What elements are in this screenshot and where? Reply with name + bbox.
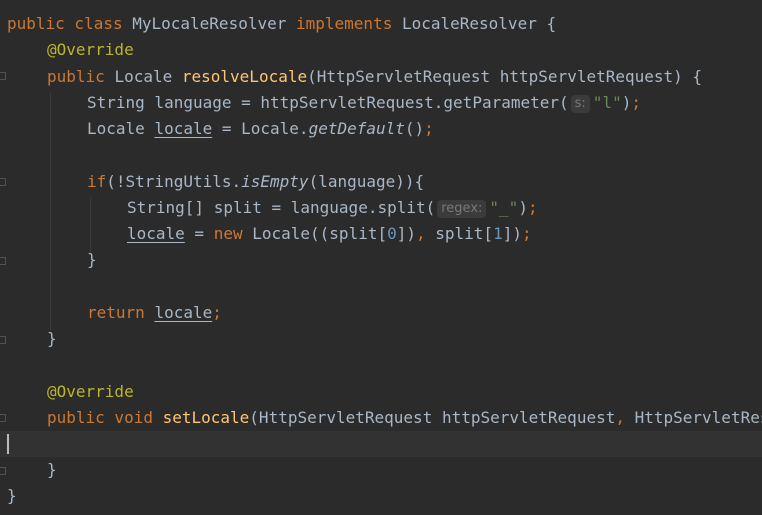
code-line-3[interactable]: public Locale resolveLocale(HttpServletR… [7, 64, 762, 90]
code-line-18[interactable]: } [7, 457, 762, 483]
closing-brace: } [87, 250, 97, 269]
variable: locale [154, 303, 213, 322]
semicolon: ; [424, 119, 434, 138]
code-line-9[interactable]: locale = new Locale((split[0]), split[1]… [7, 221, 762, 247]
code-text: ]) [502, 224, 522, 243]
code-line-8[interactable]: String[] split = language.split(regex: "_… [7, 195, 762, 221]
class-name: MyLocaleResolver [132, 14, 296, 33]
variable: locale [127, 224, 185, 243]
string-literal: "l" [592, 93, 622, 112]
method-params: HttpServletResponse httpServletResponse,… [634, 408, 762, 427]
semicolon: ; [527, 198, 538, 217]
code-text: = [184, 224, 214, 243]
code-line-5[interactable]: Locale locale = Locale.getDefault(); [7, 116, 762, 142]
code-line-7[interactable]: if(!StringUtils.isEmpty(language)){ [7, 169, 762, 195]
code-text: String[] split = language.split( [127, 198, 436, 217]
static-call: getDefault [308, 119, 405, 138]
closing-brace: } [47, 460, 57, 479]
code-text: ]) [396, 224, 416, 243]
code-text: ) [518, 198, 528, 217]
comma: , [615, 408, 635, 427]
code-text: ) [621, 93, 632, 112]
annotation: @Override [47, 40, 134, 59]
code-line-1[interactable]: public class MyLocaleResolver implements… [7, 11, 762, 37]
keyword: public void [47, 408, 163, 427]
code-text: (language)){ [308, 172, 425, 191]
code-line-13[interactable]: } [7, 326, 762, 352]
parameter-hint: s: [570, 95, 590, 113]
fold-open-icon[interactable] [0, 414, 6, 422]
semicolon: ; [212, 303, 222, 322]
code-line-19[interactable]: } [7, 483, 762, 509]
keyword: if [87, 172, 107, 191]
code-editor[interactable]: public class MyLocaleResolver implements… [0, 0, 762, 515]
code-text: split[ [435, 224, 494, 243]
interface-name: LocaleResolver { [401, 14, 557, 33]
keyword: return [87, 303, 155, 322]
code-text: () [404, 119, 425, 138]
method-params: (HttpServletRequest httpServletRequest) … [307, 67, 703, 86]
variable: locale [154, 119, 213, 138]
method-params: (HttpServletRequest httpServletRequest [249, 408, 616, 427]
method-name: setLocale [162, 408, 250, 427]
annotation: @Override [47, 382, 134, 401]
code-line-4[interactable]: String language = httpServletRequest.get… [7, 90, 762, 116]
number-literal: 1 [493, 224, 503, 243]
code-line-12[interactable]: return locale; [7, 300, 762, 326]
fold-close-icon[interactable] [0, 257, 6, 265]
code-text: String language = httpServletRequest.get… [87, 93, 569, 112]
fold-open-icon[interactable] [0, 178, 6, 186]
text-caret [7, 434, 9, 454]
closing-brace: } [7, 486, 17, 505]
semicolon: ; [521, 224, 532, 243]
keyword: public class [7, 14, 133, 33]
return-type: Locale [114, 67, 182, 86]
fold-open-icon[interactable] [0, 72, 6, 80]
code-text: = Locale. [212, 119, 309, 138]
code-line-17-current[interactable] [0, 431, 762, 457]
code-text: Locale((split[ [252, 224, 388, 243]
code-text: Locale [87, 119, 155, 138]
code-line-2[interactable]: @Override [7, 37, 762, 63]
code-text: (!StringUtils. [106, 172, 242, 191]
code-line-16[interactable]: public void setLocale(HttpServletRequest… [7, 405, 762, 431]
keyword: new [213, 224, 253, 243]
keyword: public [47, 67, 115, 86]
closing-brace: } [47, 329, 57, 348]
comma: , [416, 224, 436, 243]
static-call: isEmpty [241, 172, 309, 191]
fold-close-icon[interactable] [0, 467, 6, 475]
string-literal: "_" [489, 198, 519, 217]
method-name: resolveLocale [181, 67, 308, 86]
keyword: implements [296, 14, 402, 33]
semicolon: ; [631, 93, 641, 112]
code-line-15[interactable]: @Override [7, 379, 762, 405]
fold-close-icon[interactable] [0, 336, 6, 344]
code-line-10[interactable]: } [7, 247, 762, 273]
parameter-hint: regex: [437, 200, 487, 218]
number-literal: 0 [387, 224, 397, 243]
